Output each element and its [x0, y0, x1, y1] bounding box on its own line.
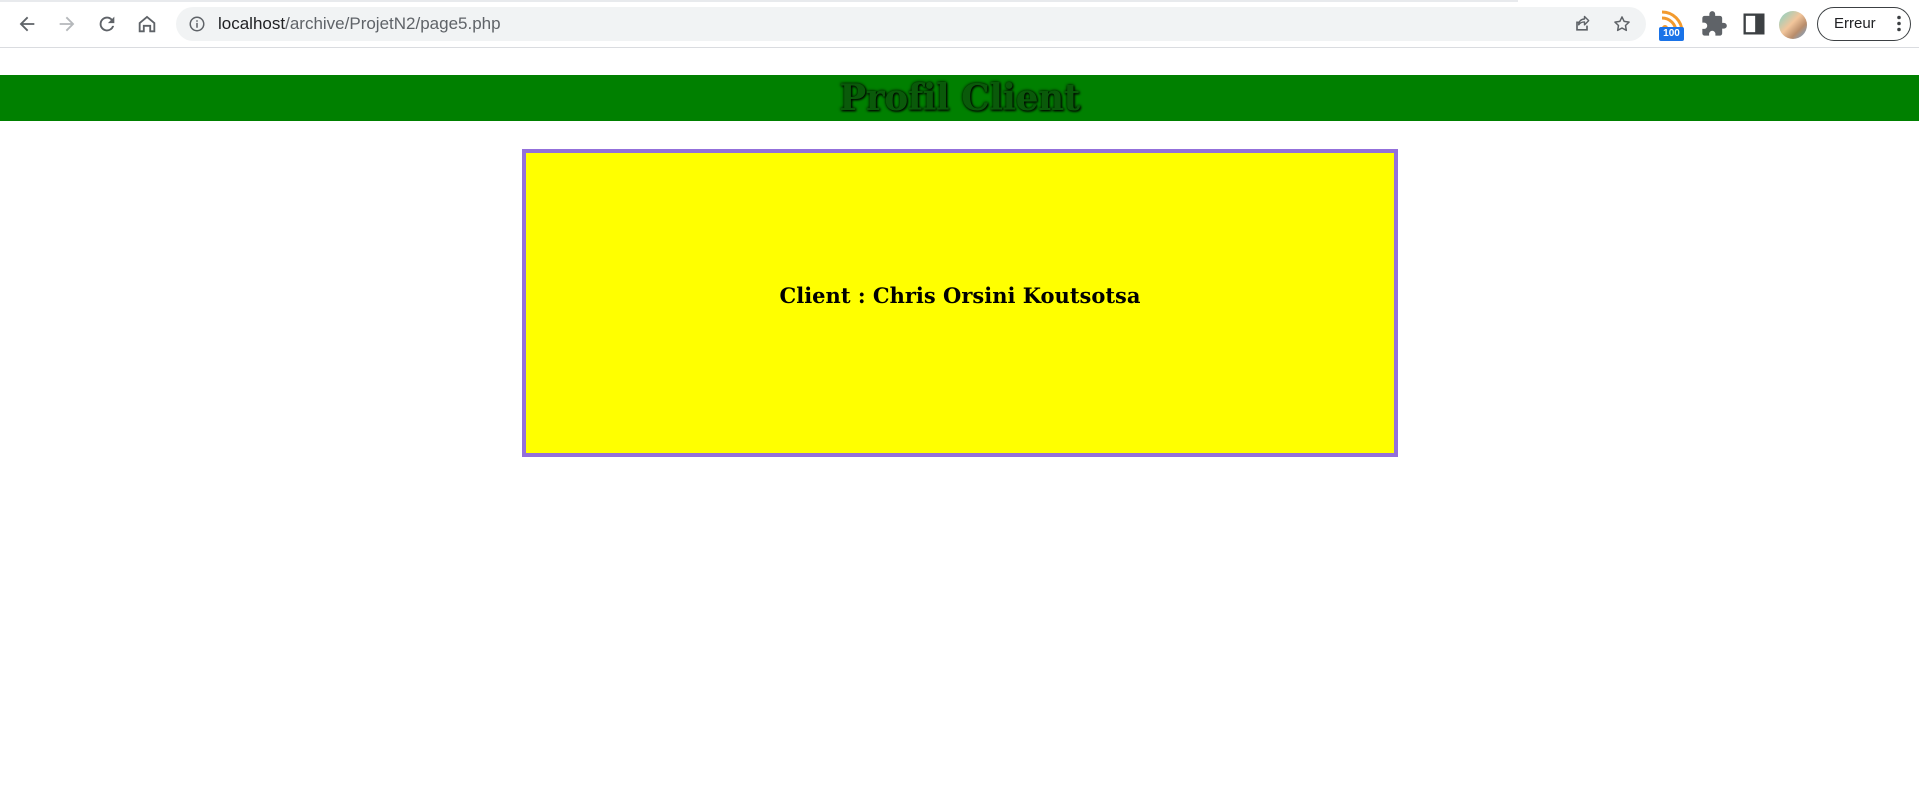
url-path: /archive/ProjetN2/page5.php [285, 14, 501, 33]
page-title: Profil Client [839, 77, 1080, 119]
share-icon[interactable] [1572, 14, 1592, 34]
reload-icon [99, 16, 115, 32]
client-info-box: Client : Chris Orsini Koutsotsa [522, 149, 1398, 457]
puzzle-icon[interactable] [1700, 10, 1728, 38]
loading-bar [0, 0, 1518, 2]
side-panel-icon[interactable] [1740, 10, 1768, 38]
extension-badge: 100 [1659, 27, 1684, 41]
title-banner: Profil Client [0, 75, 1919, 121]
avatar[interactable] [1779, 11, 1807, 39]
back-arrow-icon [19, 16, 35, 32]
client-name-text: Client : Chris Orsini Koutsotsa [779, 283, 1141, 308]
home-button[interactable] [132, 9, 162, 39]
url-host: localhost [218, 14, 286, 33]
kebab-menu-icon[interactable] [1896, 15, 1902, 32]
url-text[interactable]: localhost/archive/ProjetN2/page5.php [218, 7, 501, 41]
star-icon[interactable] [1612, 14, 1632, 34]
browser-toolbar: localhost/archive/ProjetN2/page5.php 100… [0, 0, 1919, 48]
info-icon[interactable] [188, 15, 206, 33]
address-bar[interactable]: localhost/archive/ProjetN2/page5.php [176, 7, 1646, 41]
forward-button[interactable] [52, 9, 82, 39]
forward-arrow-icon [59, 16, 75, 32]
back-button[interactable] [12, 9, 42, 39]
reload-button[interactable] [92, 9, 122, 39]
profile-button[interactable]: Erreur [1817, 7, 1911, 41]
profile-label: Erreur [1834, 15, 1876, 32]
home-icon [138, 15, 156, 33]
